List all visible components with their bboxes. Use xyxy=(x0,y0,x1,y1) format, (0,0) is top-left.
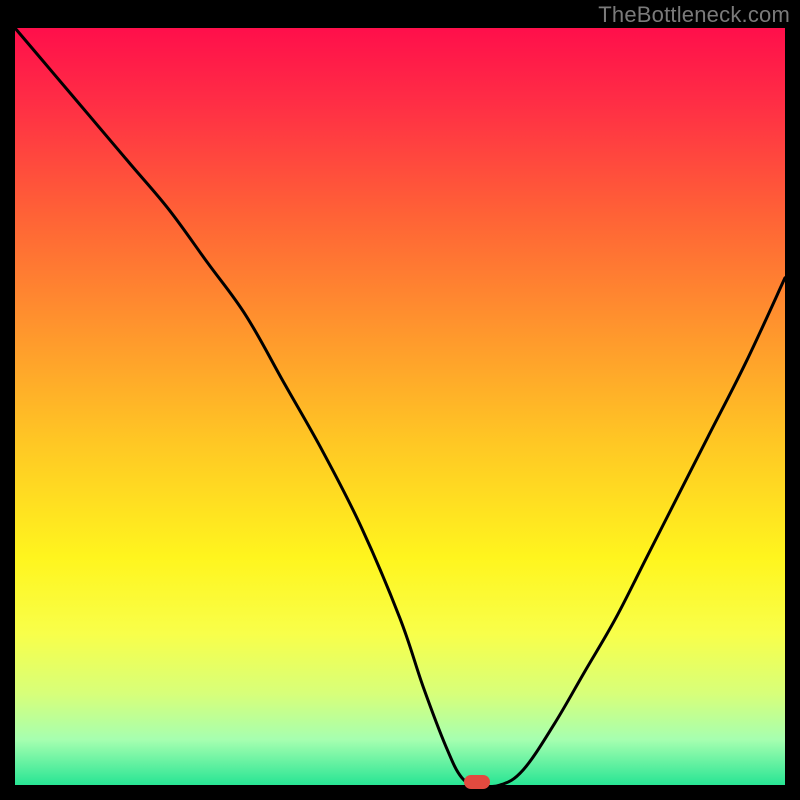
chart-frame: TheBottleneck.com xyxy=(0,0,800,800)
watermark-label: TheBottleneck.com xyxy=(598,2,790,28)
bottleneck-chart xyxy=(15,28,785,785)
gradient-background xyxy=(15,28,785,785)
optimum-marker xyxy=(464,775,490,789)
